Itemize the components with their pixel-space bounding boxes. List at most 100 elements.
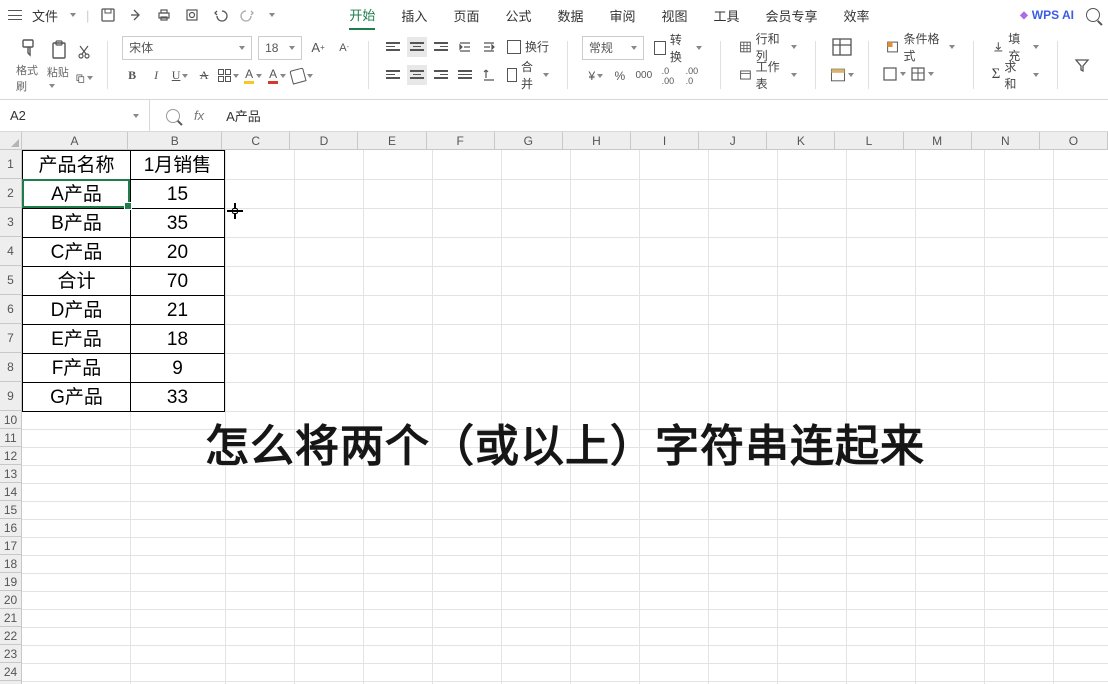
cell[interactable]: C产品 <box>23 238 131 267</box>
undo-icon[interactable] <box>211 6 229 24</box>
font-size-select[interactable]: 18 <box>258 36 302 60</box>
format-painter-icon[interactable] <box>17 36 41 60</box>
cell-style-icon[interactable] <box>882 64 906 84</box>
merge-button[interactable]: 合并 <box>503 64 553 86</box>
indent-decrease-icon[interactable] <box>455 37 475 57</box>
font-color-button[interactable]: A <box>267 66 287 86</box>
save-icon[interactable] <box>99 6 117 24</box>
bold-button[interactable]: B <box>122 66 142 86</box>
file-menu[interactable]: 文件 <box>32 6 58 25</box>
row-header[interactable]: 11 <box>0 429 21 447</box>
tab-member[interactable]: 会员专享 <box>766 2 818 29</box>
search-icon[interactable] <box>1086 8 1100 22</box>
row-header[interactable]: 24 <box>0 663 21 681</box>
worksheet-button[interactable]: 工作表 <box>735 64 801 86</box>
row-header[interactable]: 3 <box>0 208 21 237</box>
col-header-H[interactable]: H <box>563 132 631 149</box>
row-header[interactable]: 1 <box>0 150 21 179</box>
row-header[interactable]: 22 <box>0 627 21 645</box>
cell[interactable]: 33 <box>131 383 225 412</box>
row-header[interactable]: 21 <box>0 609 21 627</box>
print-preview-icon[interactable] <box>183 6 201 24</box>
row-header[interactable]: 17 <box>0 537 21 555</box>
row-header[interactable]: 23 <box>0 645 21 663</box>
tab-tools[interactable]: 工具 <box>714 2 740 29</box>
row-header[interactable]: 7 <box>0 324 21 353</box>
align-right-icon[interactable] <box>431 65 451 85</box>
align-top-icon[interactable] <box>383 37 403 57</box>
cell[interactable]: 产品名称 <box>23 151 131 180</box>
row-header[interactable]: 19 <box>0 573 21 591</box>
qa-more-caret-icon[interactable] <box>269 13 275 17</box>
formula-content[interactable]: A产品 <box>218 106 1108 125</box>
col-header-I[interactable]: I <box>631 132 699 149</box>
cell[interactable]: G产品 <box>23 383 131 412</box>
col-header-F[interactable]: F <box>427 132 495 149</box>
convert-button[interactable]: 转换 <box>650 37 706 59</box>
decrease-font-icon[interactable]: A- <box>334 38 354 58</box>
tab-view[interactable]: 视图 <box>662 2 688 29</box>
strikethrough-button[interactable]: A <box>194 66 214 86</box>
cell[interactable]: 1月销售 <box>131 151 225 180</box>
tab-start[interactable]: 开始 <box>349 1 375 30</box>
tab-page[interactable]: 页面 <box>453 2 479 29</box>
tab-review[interactable]: 审阅 <box>609 2 635 29</box>
redo-icon[interactable] <box>239 6 257 24</box>
name-box[interactable]: A2 <box>0 100 150 131</box>
paste-icon[interactable] <box>47 38 71 62</box>
row-header[interactable]: 16 <box>0 519 21 537</box>
cell[interactable]: 合计 <box>23 267 131 296</box>
cell[interactable]: F产品 <box>23 354 131 383</box>
row-header[interactable]: 2 <box>0 179 21 208</box>
conditional-format-button[interactable]: 条件格式 <box>882 36 958 58</box>
col-header-E[interactable]: E <box>358 132 426 149</box>
row-header[interactable]: 6 <box>0 295 21 324</box>
increase-font-icon[interactable]: A+ <box>308 38 328 58</box>
hamburger-icon[interactable] <box>8 10 22 20</box>
row-header[interactable]: 8 <box>0 353 21 382</box>
tab-efficiency[interactable]: 效率 <box>844 2 870 29</box>
italic-button[interactable]: I <box>146 66 166 86</box>
freeze-panes-icon[interactable] <box>830 36 854 58</box>
copy-icon[interactable] <box>75 69 93 87</box>
cut-icon[interactable] <box>75 43 93 61</box>
increase-decimal-icon[interactable]: .00.0 <box>682 66 702 86</box>
cell[interactable]: B产品 <box>23 209 131 238</box>
col-header-B[interactable]: B <box>128 132 222 149</box>
cell[interactable]: A产品 <box>23 180 131 209</box>
row-col-button[interactable]: 行和列 <box>735 36 801 58</box>
fill-button[interactable]: 填充 <box>988 36 1044 58</box>
cell[interactable]: 21 <box>131 296 225 325</box>
indent-increase-icon[interactable] <box>479 37 499 57</box>
print-icon[interactable] <box>155 6 173 24</box>
col-header-A[interactable]: A <box>22 132 129 149</box>
col-header-D[interactable]: D <box>290 132 358 149</box>
row-header[interactable]: 10 <box>0 411 21 429</box>
select-all-corner[interactable] <box>0 132 22 149</box>
percent-icon[interactable]: % <box>610 66 630 86</box>
expand-formula-icon[interactable] <box>164 107 182 125</box>
row-header[interactable]: 5 <box>0 266 21 295</box>
thousands-icon[interactable]: 000 <box>634 66 654 86</box>
col-header-K[interactable]: K <box>767 132 835 149</box>
align-left-icon[interactable] <box>383 65 403 85</box>
borders-button[interactable] <box>218 66 239 86</box>
cell[interactable]: 9 <box>131 354 225 383</box>
cell[interactable]: 35 <box>131 209 225 238</box>
orientation-icon[interactable] <box>479 65 499 85</box>
col-header-N[interactable]: N <box>972 132 1040 149</box>
row-header[interactable]: 4 <box>0 237 21 266</box>
cell[interactable]: 15 <box>131 180 225 209</box>
row-header[interactable]: 12 <box>0 447 21 465</box>
align-middle-icon[interactable] <box>407 37 427 57</box>
underline-button[interactable]: U <box>170 66 190 86</box>
row-header[interactable]: 13 <box>0 465 21 483</box>
cell[interactable]: 18 <box>131 325 225 354</box>
cell-area[interactable]: 产品名称1月销售 A产品15 B产品35 C产品20 合计70 D产品21 E产… <box>22 150 1108 684</box>
cell[interactable]: E产品 <box>23 325 131 354</box>
col-header-C[interactable]: C <box>222 132 290 149</box>
cell[interactable]: 20 <box>131 238 225 267</box>
cell[interactable]: D产品 <box>23 296 131 325</box>
align-bottom-icon[interactable] <box>431 37 451 57</box>
align-center-icon[interactable] <box>407 65 427 85</box>
